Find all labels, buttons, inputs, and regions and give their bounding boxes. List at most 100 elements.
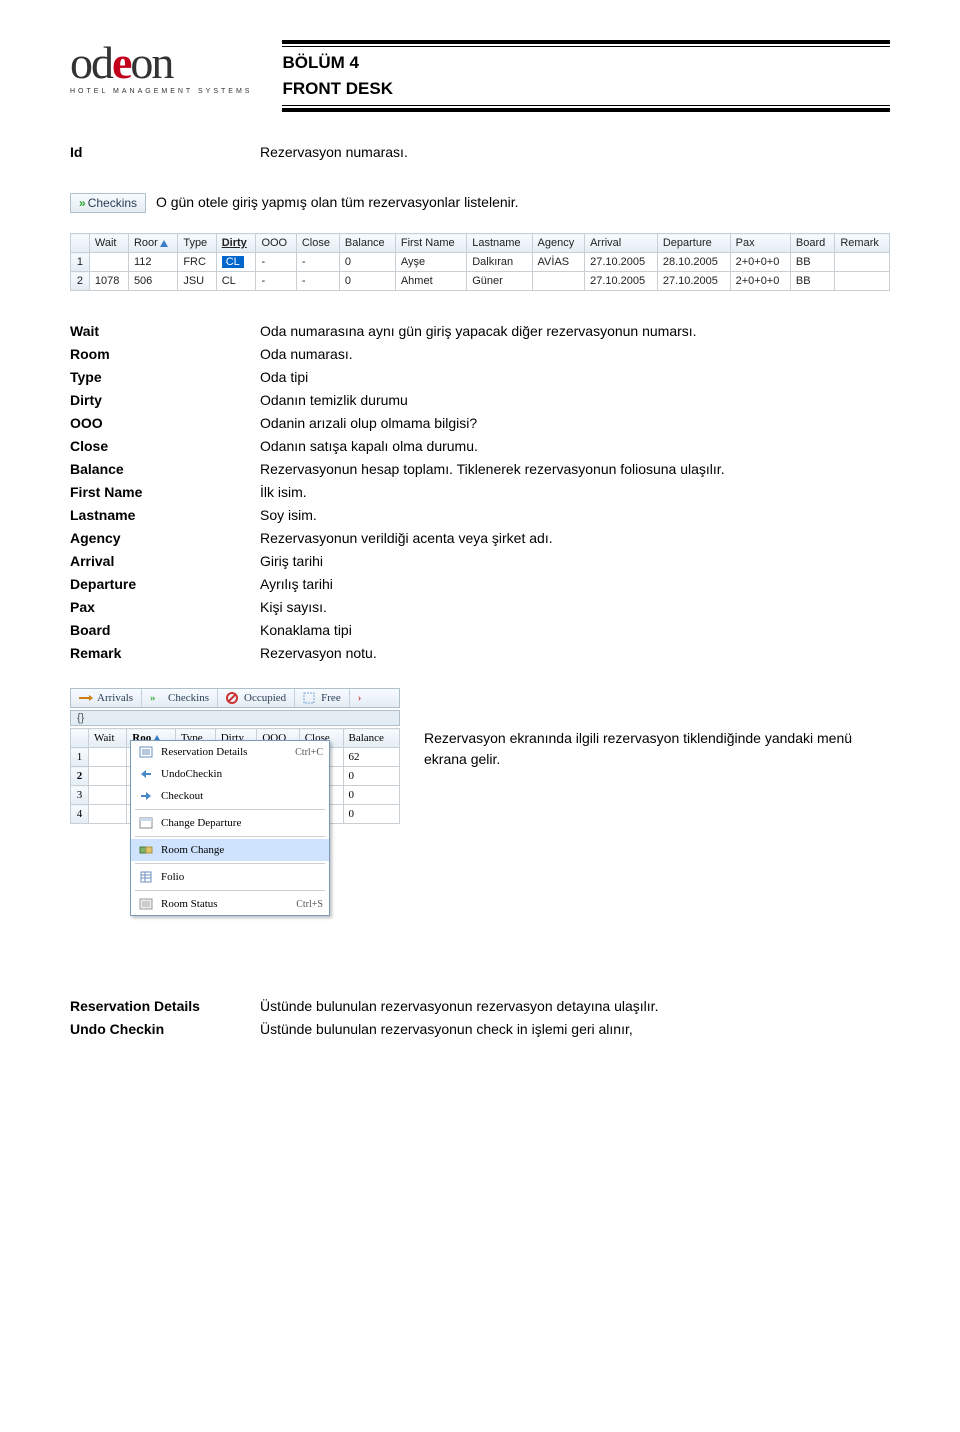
table-cell[interactable]: 2 — [71, 272, 90, 291]
grid1-col-header[interactable]: Dirty — [216, 234, 256, 253]
table-cell[interactable]: CL — [216, 253, 256, 272]
menu-item[interactable]: Room Change — [131, 839, 329, 861]
def-term: Remark — [70, 643, 260, 664]
def-row: Reservation DetailsÜstünde bulunulan rez… — [70, 996, 890, 1017]
table-cell[interactable]: 1 — [71, 253, 90, 272]
menu-item[interactable]: Checkout — [131, 785, 329, 807]
table-cell[interactable] — [89, 786, 127, 805]
grid1-col-header[interactable]: Remark — [835, 234, 890, 253]
table-cell[interactable]: 3 — [71, 786, 89, 805]
grid1-col-header[interactable]: Board — [790, 234, 834, 253]
table-cell[interactable]: 2+0+0+0 — [730, 272, 790, 291]
table-cell[interactable]: 27.10.2005 — [585, 272, 658, 291]
rule-bottom-thin — [282, 105, 890, 106]
def-desc: İlk isim. — [260, 482, 890, 503]
grid1-col-header[interactable]: Agency — [532, 234, 585, 253]
def-desc: Rezervasyonun hesap toplamı. Tiklenerek … — [260, 459, 890, 480]
menu-item[interactable]: Folio — [131, 866, 329, 888]
menu-item-icon — [137, 767, 155, 781]
grid1-col-header[interactable]: Wait — [89, 234, 128, 253]
table-row[interactable]: 21078506JSUCL--0AhmetGüner27.10.200527.1… — [71, 272, 890, 291]
menu-item[interactable]: Change Departure — [131, 812, 329, 834]
table-row[interactable]: 1112FRCCL--0AyşeDalkıranAVİAS27.10.20052… — [71, 253, 890, 272]
table-cell[interactable]: BB — [790, 272, 834, 291]
grid1-col-header[interactable]: OOO — [256, 234, 296, 253]
menu-item[interactable]: UndoCheckin — [131, 763, 329, 785]
grid1-col-header[interactable]: Roor — [128, 234, 177, 253]
table-cell[interactable]: 0 — [339, 272, 395, 291]
grid1-col-header[interactable]: Departure — [657, 234, 730, 253]
context-menu[interactable]: Reservation DetailsCtrl+CUndoCheckin Chec… — [130, 740, 330, 916]
table-cell[interactable] — [835, 272, 890, 291]
toolbar-free[interactable]: Free — [295, 689, 350, 707]
def-row: PaxKişi sayısı. — [70, 597, 890, 618]
grid1-col-header[interactable]: Pax — [730, 234, 790, 253]
table-cell[interactable]: - — [256, 272, 296, 291]
toolbar-arrivals[interactable]: Arrivals — [71, 689, 142, 707]
table-cell[interactable]: 2+0+0+0 — [730, 253, 790, 272]
table-cell[interactable]: - — [296, 253, 339, 272]
table-cell[interactable] — [89, 767, 127, 786]
grid1-col-header[interactable]: Type — [178, 234, 216, 253]
table-cell[interactable]: FRC — [178, 253, 216, 272]
filter-handle-row[interactable]: {} — [70, 710, 400, 726]
toolbar-occupied[interactable]: Occupied — [218, 689, 295, 707]
grid1-col-header[interactable]: Balance — [339, 234, 395, 253]
grid1-col-header[interactable]: Lastname — [467, 234, 532, 253]
grid1-col-header[interactable]: Arrival — [585, 234, 658, 253]
def-row: CloseOdanın satışa kapalı olma durumu. — [70, 436, 890, 457]
grid1-col-header[interactable]: First Name — [395, 234, 466, 253]
toolbar-checkins[interactable]: »Checkins — [142, 689, 218, 707]
table-cell[interactable]: 27.10.2005 — [585, 253, 658, 272]
logo-post: on — [130, 37, 172, 88]
toolbar-more[interactable]: › — [350, 689, 370, 707]
table-cell[interactable]: 4 — [71, 805, 89, 824]
table-cell[interactable]: Dalkıran — [467, 253, 532, 272]
table-cell[interactable] — [89, 253, 128, 272]
grid2-col-header[interactable] — [71, 729, 89, 748]
grid2-col-header[interactable]: Balance — [343, 729, 399, 748]
table-cell[interactable]: 506 — [128, 272, 177, 291]
table-cell[interactable]: 28.10.2005 — [657, 253, 730, 272]
table-cell[interactable]: 0 — [339, 253, 395, 272]
menu-item-label: Checkout — [161, 790, 323, 802]
table-cell[interactable]: 1078 — [89, 272, 128, 291]
table-cell[interactable]: Ahmet — [395, 272, 466, 291]
table-cell[interactable] — [532, 272, 585, 291]
rule-bottom-thick — [282, 108, 890, 112]
def-row: WaitOda numarasına aynı gün giriş yapaca… — [70, 321, 890, 342]
table-cell[interactable]: 27.10.2005 — [657, 272, 730, 291]
table-cell[interactable]: 2 — [71, 767, 89, 786]
table-cell[interactable]: 112 — [128, 253, 177, 272]
logo-subtitle: Hotel Management Systems — [70, 88, 252, 95]
grid2-col-header[interactable]: Wait — [89, 729, 127, 748]
table-cell[interactable]: - — [256, 253, 296, 272]
table-cell[interactable] — [89, 748, 127, 767]
grid1-col-header[interactable] — [71, 234, 90, 253]
table-cell[interactable]: AVİAS — [532, 253, 585, 272]
table-cell[interactable] — [835, 253, 890, 272]
menu-item[interactable]: Room StatusCtrl+S — [131, 893, 329, 915]
table-cell[interactable]: Ayşe — [395, 253, 466, 272]
checkins-icon: » — [150, 692, 164, 704]
table-cell[interactable]: 0 — [343, 786, 399, 805]
menu-item[interactable]: Reservation DetailsCtrl+C — [131, 741, 329, 763]
table-cell[interactable]: 0 — [343, 767, 399, 786]
table-cell[interactable]: BB — [790, 253, 834, 272]
table-cell[interactable]: - — [296, 272, 339, 291]
checkins-button[interactable]: » Checkins — [70, 193, 146, 213]
def-row: RoomOda numarası. — [70, 344, 890, 365]
table-cell[interactable] — [89, 805, 127, 824]
definitions-list: WaitOda numarasına aynı gün giriş yapaca… — [70, 321, 890, 664]
grid1-col-header[interactable]: Close — [296, 234, 339, 253]
table-cell[interactable]: 0 — [343, 805, 399, 824]
def-row: Undo CheckinÜstünde bulunulan rezervasyo… — [70, 1019, 890, 1040]
table-cell[interactable]: 1 — [71, 748, 89, 767]
def-row: ArrivalGiriş tarihi — [70, 551, 890, 572]
table-cell[interactable]: JSU — [178, 272, 216, 291]
grid1-table[interactable]: WaitRoorTypeDirtyOOOCloseBalanceFirst Na… — [70, 233, 890, 291]
table-cell[interactable]: Güner — [467, 272, 532, 291]
table-cell[interactable]: 62 — [343, 748, 399, 767]
table-cell[interactable]: CL — [216, 272, 256, 291]
section-title-line1: BÖLÜM 4 — [282, 53, 890, 73]
